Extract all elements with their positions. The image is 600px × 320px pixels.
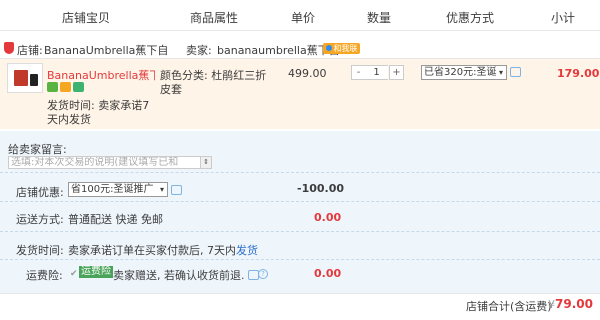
comment-icon[interactable]: [171, 185, 182, 195]
quantity-plus-button[interactable]: +: [389, 65, 404, 80]
shipping-label: 运送方式:: [16, 213, 64, 226]
wangwang-icon: [325, 45, 332, 51]
insurance-label: 运费险:: [26, 269, 63, 282]
col-attributes: 商品属性: [190, 11, 239, 25]
contact-seller-button[interactable]: 和我联系: [323, 43, 360, 64]
shop-total-value: 79.00: [555, 297, 593, 311]
col-shop-item: 店铺宝贝: [62, 11, 111, 25]
product-title-link[interactable]: BananaUmbrella蕉下...: [47, 67, 155, 83]
item-discount-select[interactable]: 已省320元:圣诞 ▾: [421, 65, 507, 80]
message-scroll-button[interactable]: ⇕: [200, 157, 211, 168]
seven-day-return-icon[interactable]: [47, 82, 58, 92]
message-input[interactable]: 选填:对本次交易的说明(建议填写已和 ⇕: [8, 156, 212, 169]
payment-icon[interactable]: [60, 82, 71, 92]
ship-time-line2: 天内发货: [47, 113, 91, 126]
umbrella-image-part: [14, 70, 28, 86]
shop-total-label: 店铺合计(含运费): [466, 300, 552, 313]
insurance-tag: 运费险: [79, 266, 113, 278]
quantity-stepper: - 1 +: [351, 65, 404, 80]
shop-discount-select[interactable]: 省100元:圣诞推广 ▾: [68, 182, 168, 197]
message-label: 给卖家留言:: [8, 143, 67, 156]
umbrella-case-image-part: [30, 74, 38, 86]
check-icon: ✔: [70, 269, 78, 279]
item-discount-value: 已省320元:圣诞: [424, 67, 497, 78]
table-header: 店铺宝贝 商品属性 单价 数量 优惠方式 小计: [0, 0, 600, 31]
service-badges: [47, 82, 86, 93]
shop-total-row: 店铺合计(含运费) ¥79.00: [0, 293, 600, 320]
delivery-promise: 卖家承诺订单在买家付款后, 7天内发货: [68, 242, 258, 258]
quantity-input[interactable]: 1: [365, 65, 388, 80]
currency-symbol: ¥: [548, 298, 555, 311]
quantity-minus-button[interactable]: -: [351, 65, 366, 80]
divider: [0, 259, 600, 260]
seller-name-link[interactable]: bananaumbrella蕉下自: [217, 42, 340, 58]
chevron-down-icon: ▾: [498, 68, 503, 77]
divider: [0, 231, 600, 232]
divider: [0, 201, 600, 202]
shop-icon: [4, 42, 14, 54]
delivery-label: 发货时间:: [16, 244, 64, 257]
unit-price: 499.00: [288, 67, 327, 80]
cart-item-row: BananaUmbrella蕉下... 发货时间: 卖家承诺7 天内发货 颜色分…: [0, 58, 600, 129]
shop-row: 店铺: BananaUmbrella蕉下自 卖家: bananaumbrella…: [0, 40, 600, 64]
insurance-text: 卖家赠送, 若确认收货前退...: [113, 269, 245, 282]
product-thumbnail[interactable]: [7, 63, 43, 93]
shop-discount-amount: -100.00: [297, 182, 345, 195]
col-discount: 优惠方式: [446, 11, 495, 25]
order-options-panel: 给卖家留言: 选填:对本次交易的说明(建议填写已和 ⇕ 店铺优惠: 省100元:…: [0, 131, 600, 293]
delivery-promise-link[interactable]: 发货: [236, 244, 258, 257]
shop-total-amount: ¥79.00: [548, 297, 593, 311]
message-placeholder: 选填:对本次交易的说明(建议填写已和: [11, 157, 179, 168]
guarantee-icon[interactable]: [73, 82, 84, 92]
col-price: 单价: [291, 11, 316, 25]
item-subtotal: 179.00: [557, 67, 600, 80]
shop-discount-label: 店铺优惠:: [16, 186, 64, 199]
insurance-amount: 0.00: [314, 267, 342, 280]
comment-icon[interactable]: [510, 67, 521, 77]
shop-name-link[interactable]: BananaUmbrella蕉下自: [44, 42, 168, 58]
seller-label: 卖家:: [186, 44, 212, 57]
shop-label: 店铺:: [17, 44, 43, 57]
col-quantity: 数量: [367, 11, 392, 25]
attribute-line2: 皮套: [160, 83, 182, 96]
delivery-promise-text: 卖家承诺订单在买家付款后, 7天内: [68, 244, 236, 257]
divider: [0, 172, 600, 173]
shipping-amount: 0.00: [314, 211, 342, 224]
help-icon[interactable]: ?: [258, 269, 268, 279]
shop-discount-value: 省100元:圣诞推广: [71, 184, 154, 195]
col-subtotal: 小计: [551, 11, 576, 25]
chevron-down-icon: ▾: [159, 185, 164, 194]
shipping-method: 普通配送 快递 免邮: [68, 213, 163, 226]
